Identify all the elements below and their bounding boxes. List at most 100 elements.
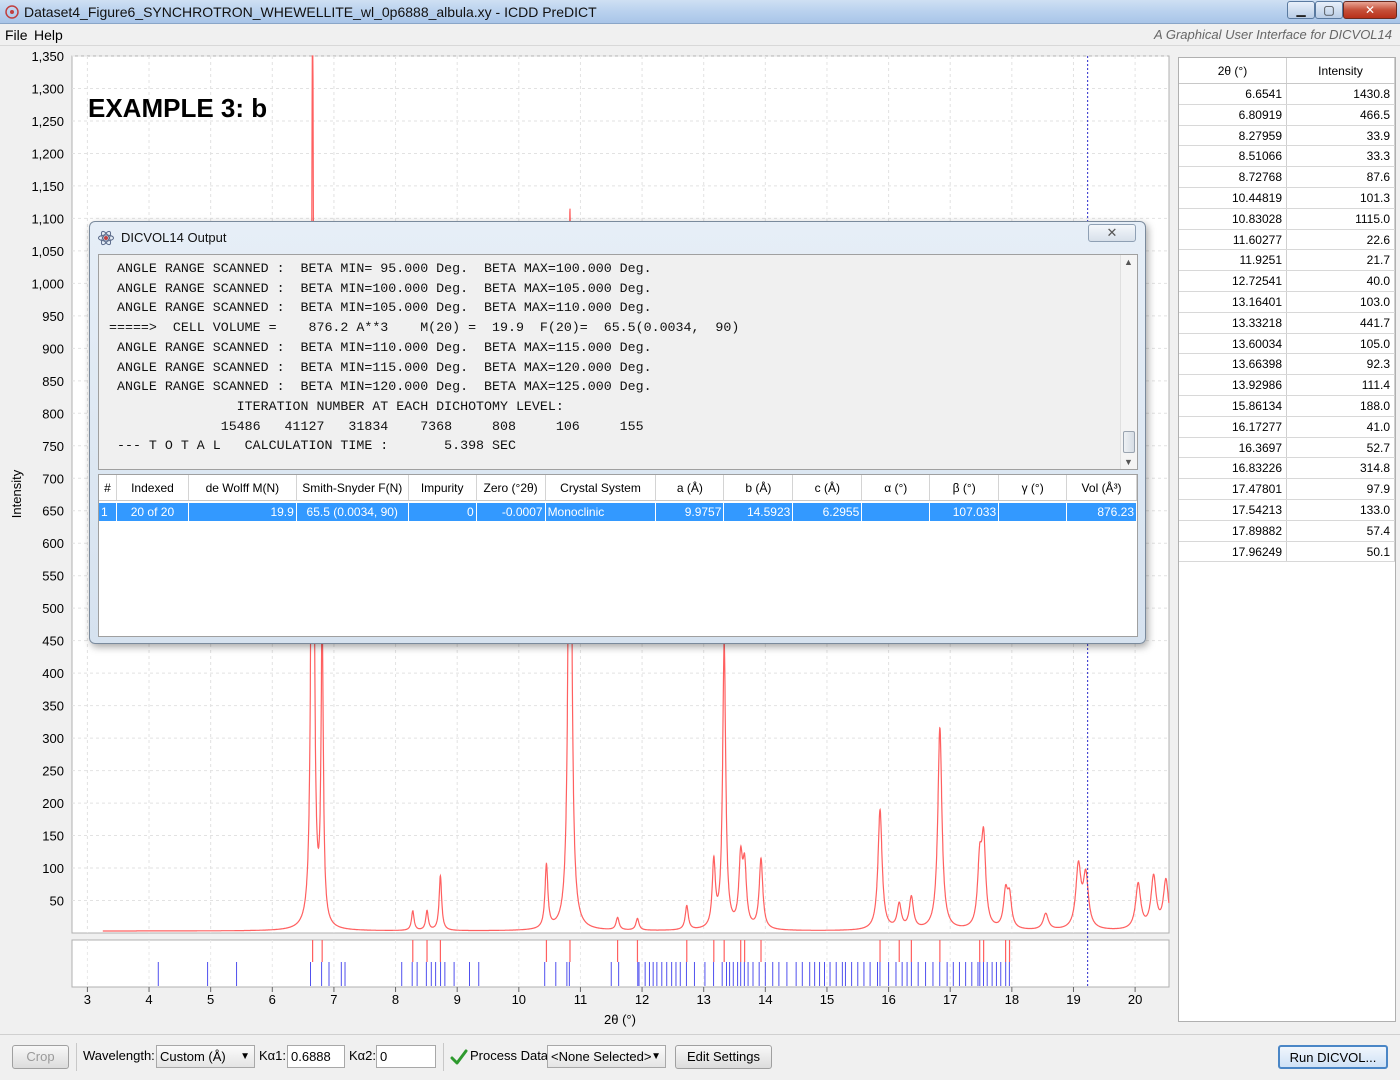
peak-table-row[interactable]: 13.33218 441.7	[1179, 312, 1395, 334]
peak-table-row[interactable]: 13.92986 111.4	[1179, 375, 1395, 396]
process-data-select[interactable]: <None Selected> ▼	[547, 1045, 666, 1068]
console-scrollbar[interactable]: ▲ ▼	[1120, 255, 1137, 469]
peak-intensity-cell: 33.3	[1287, 146, 1395, 167]
peak-2theta-cell: 8.72768	[1179, 167, 1287, 187]
y-tick-label: 950	[42, 309, 64, 324]
peak-table-row[interactable]: 13.66398 92.3	[1179, 354, 1395, 376]
results-column-header[interactable]: α (°)	[862, 475, 931, 500]
wavelength-select[interactable]: Custom (Å) ▼	[156, 1045, 255, 1068]
ka2-input[interactable]: 0	[376, 1045, 436, 1068]
peak-2theta-cell: 13.16401	[1179, 291, 1287, 312]
peak-table-row[interactable]: 17.96249 50.1	[1179, 541, 1395, 563]
maximize-button[interactable]: ▢	[1315, 1, 1343, 19]
results-cell: -0.0007	[476, 503, 546, 521]
results-cell	[862, 503, 931, 521]
peak-table-row[interactable]: 17.89882 57.4	[1179, 520, 1395, 542]
results-column-header[interactable]: Zero (°2θ)	[477, 475, 546, 500]
results-column-header[interactable]: de Wolff M(N)	[189, 475, 297, 500]
peak-table-row[interactable]: 16.3697 52.7	[1179, 437, 1395, 459]
peak-table-row[interactable]: 8.27959 33.9	[1179, 125, 1395, 147]
minimize-button[interactable]: ▁	[1287, 1, 1315, 19]
scrollbar-thumb[interactable]	[1123, 431, 1135, 453]
results-cell: 1	[99, 503, 117, 521]
peak-table-row[interactable]: 17.47801 97.9	[1179, 479, 1395, 500]
results-cell: 65.5 (0.0034, 90)	[296, 503, 409, 521]
x-tick-label: 10	[512, 992, 526, 1007]
peak-2theta-cell: 8.51066	[1179, 146, 1287, 167]
dialog-close-button[interactable]: ✕	[1088, 224, 1136, 242]
column-header-2theta[interactable]: 2θ (°)	[1179, 58, 1287, 83]
y-tick-label: 100	[42, 861, 64, 876]
x-tick-label: 19	[1066, 992, 1080, 1007]
peak-table-row[interactable]: 10.44819 101.3	[1179, 187, 1395, 209]
y-tick-label: 50	[50, 894, 64, 909]
peak-table-row[interactable]: 13.60034 105.0	[1179, 333, 1395, 355]
results-row[interactable]: 1 20 of 20 19.9 65.5 (0.0034, 90) 0 -0.0007 Mo…	[99, 503, 1138, 521]
x-tick-label: 11	[574, 992, 588, 1007]
results-column-header[interactable]: Crystal System	[546, 475, 657, 500]
peak-intensity-cell: 92.3	[1287, 354, 1395, 375]
app-icon	[5, 5, 19, 19]
results-column-header[interactable]: Indexed	[117, 475, 189, 500]
chevron-down-icon: ▼	[240, 1051, 250, 1062]
wavelength-label: Wavelength:	[83, 1048, 155, 1063]
results-column-header[interactable]: a (Å)	[656, 475, 725, 500]
results-cell: 9.9757	[656, 503, 725, 521]
results-table[interactable]: # Indexed de Wolff M(N) Smith-Snyder F(N) Im…	[98, 474, 1138, 637]
dicvol-output-dialog[interactable]: DICVOL14 Output ✕ ANGLE RANGE SCANNED : …	[89, 221, 1146, 644]
results-column-header[interactable]: β (°)	[930, 475, 1000, 500]
peak-table-row[interactable]: 6.6541 1430.8	[1179, 84, 1395, 105]
y-tick-label: 1,200	[31, 146, 64, 161]
peak-table-row[interactable]: 15.86134 188.0	[1179, 395, 1395, 417]
peak-intensity-cell: 50.1	[1287, 541, 1395, 562]
y-tick-label: 800	[42, 406, 64, 421]
scroll-down-icon[interactable]: ▼	[1124, 457, 1133, 467]
column-header-intensity[interactable]: Intensity	[1287, 58, 1395, 83]
menu-help[interactable]: Help	[34, 27, 63, 43]
app-tagline: A Graphical User Interface for DICVOL14	[1154, 27, 1392, 42]
chevron-down-icon: ▼	[651, 1051, 661, 1062]
peak-table-row[interactable]: 8.51066 33.3	[1179, 146, 1395, 168]
results-column-header[interactable]: b (Å)	[724, 475, 794, 500]
peak-2theta-cell: 17.89882	[1179, 520, 1287, 541]
peak-table-row[interactable]: 16.17277 41.0	[1179, 416, 1395, 438]
results-column-header[interactable]: γ (°)	[999, 475, 1068, 500]
edit-settings-button[interactable]: Edit Settings	[675, 1045, 772, 1069]
results-column-header[interactable]: Smith-Snyder F(N)	[297, 475, 409, 500]
example-label: EXAMPLE 3: b	[88, 93, 267, 123]
close-button[interactable]: ✕	[1343, 1, 1397, 19]
peak-table-row[interactable]: 10.83028 1115.0	[1179, 208, 1395, 230]
scroll-up-icon[interactable]: ▲	[1124, 257, 1133, 267]
peak-2theta-cell: 10.83028	[1179, 208, 1287, 229]
peak-table-row[interactable]: 11.9251 21.7	[1179, 250, 1395, 272]
peak-2theta-cell: 16.83226	[1179, 458, 1287, 479]
run-dicvol-button[interactable]: Run DICVOL...	[1278, 1045, 1388, 1069]
x-tick-label: 5	[207, 992, 214, 1007]
peak-intensity-cell: 441.7	[1287, 312, 1395, 333]
peak-table-row[interactable]: 11.60277 22.6	[1179, 229, 1395, 251]
peak-table[interactable]: 2θ (°) Intensity 6.6541 1430.8 6.80919 466.…	[1178, 57, 1396, 1022]
results-column-header[interactable]: #	[99, 475, 117, 500]
peak-2theta-cell: 17.96249	[1179, 541, 1287, 562]
crop-button[interactable]: Crop	[12, 1045, 69, 1069]
results-cell: Monoclinic	[545, 503, 657, 521]
window-title: Dataset4_Figure6_SYNCHROTRON_WHEWELLITE_…	[24, 4, 597, 20]
peak-table-row[interactable]: 6.80919 466.5	[1179, 104, 1395, 126]
ka1-input[interactable]: 0.6888	[287, 1045, 345, 1068]
results-column-header[interactable]: Vol (Å³)	[1067, 475, 1138, 500]
peak-table-row[interactable]: 8.72768 87.6	[1179, 167, 1395, 188]
menu-file[interactable]: File	[5, 27, 28, 43]
x-tick-label: 3	[84, 992, 91, 1007]
peak-table-row[interactable]: 13.16401 103.0	[1179, 291, 1395, 313]
results-column-header[interactable]: Impurity	[409, 475, 477, 500]
y-tick-label: 700	[42, 471, 64, 486]
peak-table-row[interactable]: 16.83226 314.8	[1179, 458, 1395, 480]
peak-table-body: 6.6541 1430.8 6.80919 466.5 8.27959 33.9 8.510…	[1179, 84, 1395, 563]
peak-table-row[interactable]: 17.54213 133.0	[1179, 499, 1395, 521]
results-cell: 14.5923	[724, 503, 794, 521]
console-output[interactable]: ANGLE RANGE SCANNED : BETA MIN= 95.000 D…	[98, 254, 1138, 470]
peak-table-row[interactable]: 12.72541 40.0	[1179, 271, 1395, 292]
results-column-header[interactable]: c (Å)	[793, 475, 863, 500]
bottom-toolbar: Crop Wavelength: Custom (Å) ▼ Kα1: 0.688…	[0, 1034, 1400, 1080]
peak-intensity-cell: 1115.0	[1287, 208, 1395, 229]
